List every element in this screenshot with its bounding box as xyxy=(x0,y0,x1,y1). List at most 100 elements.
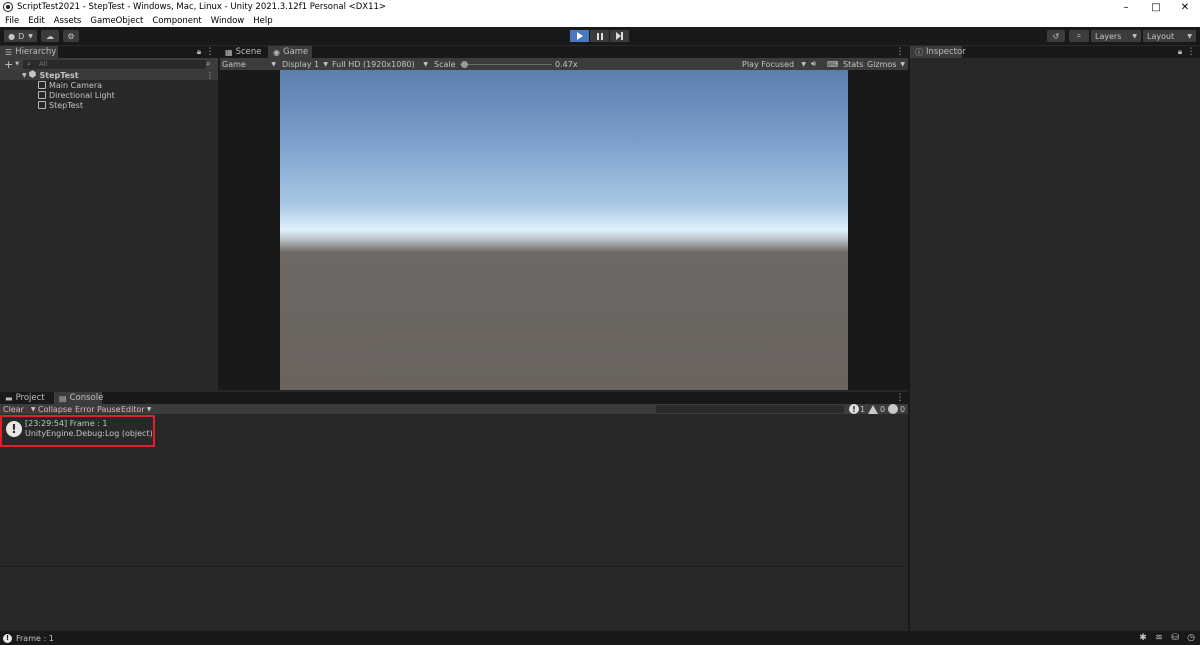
collab-settings-button[interactable]: ⚙ xyxy=(63,30,79,42)
menu-component[interactable]: Component xyxy=(152,16,201,26)
account-dropdown[interactable]: ● D ▼ xyxy=(4,30,37,42)
info-icon: ! xyxy=(3,633,12,643)
menu-gameobject[interactable]: GameObject xyxy=(90,16,143,26)
more-menu-icon[interactable]: ⋮ xyxy=(206,46,215,58)
list-item[interactable]: StepTest xyxy=(38,100,83,110)
display-label: Display 1 xyxy=(282,59,320,69)
lock-icon[interactable]: 🔒︎ xyxy=(1176,46,1184,58)
error-pause-toggle[interactable]: Error Pause xyxy=(75,404,121,414)
console-detail-divider[interactable] xyxy=(0,566,908,567)
editor-dropdown[interactable]: Editor ▼ xyxy=(121,404,151,414)
stats-button[interactable]: Stats xyxy=(843,58,863,70)
layers-label: Layers xyxy=(1095,31,1122,41)
progress-icon[interactable]: ◷ xyxy=(1185,631,1197,645)
game-toolbar: Game ▼ Display 1 ▼ Full HD (1920x1080) ▼… xyxy=(220,58,908,70)
menu-assets[interactable]: Assets xyxy=(54,16,82,26)
chevron-down-icon: ▼ xyxy=(146,405,152,413)
folder-icon: ▬ xyxy=(5,393,13,403)
game-panel: ▦ Scene ◉ Game ⋮ Game ▼ Display 1 ▼ Full… xyxy=(220,46,908,390)
step-icon xyxy=(616,32,623,40)
close-button[interactable]: ✕ xyxy=(1170,0,1200,14)
main-toolbar: ● D ▼ ☁ ⚙ ↺ ⌕ Layers ▼ Layout ▼ xyxy=(0,27,1200,45)
expand-arrow-icon[interactable]: ▼ xyxy=(22,72,27,79)
warning-count-toggle[interactable]: 0 xyxy=(868,404,885,414)
tab-game[interactable]: ◉ Game xyxy=(268,46,312,58)
clear-dropdown[interactable]: Clear ▼ xyxy=(3,404,36,414)
resolution-dropdown[interactable]: Full HD (1920x1080) ▼ xyxy=(332,58,428,70)
scale-slider-handle[interactable] xyxy=(461,61,469,68)
tab-project[interactable]: ▬ Project xyxy=(0,392,52,404)
console-search-input[interactable] xyxy=(656,405,844,413)
layout-dropdown[interactable]: Layout ▼ xyxy=(1143,30,1196,42)
info-count-toggle[interactable]: ! 1 xyxy=(849,404,865,414)
gameobject-icon xyxy=(38,81,46,89)
status-message[interactable]: Frame : 1 xyxy=(16,634,54,643)
more-menu-icon[interactable]: ⋮ xyxy=(896,46,905,58)
play-mode-dropdown[interactable]: Play Focused ▼ xyxy=(742,58,806,70)
tab-console-label: Console xyxy=(69,393,104,403)
menu-help[interactable]: Help xyxy=(253,16,272,26)
chevron-down-icon: ▼ xyxy=(28,32,33,40)
undo-history-button[interactable]: ↺ xyxy=(1047,30,1065,42)
more-menu-icon[interactable]: ⋮ xyxy=(896,392,905,404)
display-dropdown[interactable]: Display 1 ▼ xyxy=(282,58,328,70)
chevron-down-icon: ▼ xyxy=(423,60,428,68)
tab-console[interactable]: ▤ Console xyxy=(54,392,104,404)
mute-audio-button[interactable]: 🔊︎ xyxy=(811,58,816,70)
tab-scene-label: Scene xyxy=(235,47,262,57)
menu-window[interactable]: Window xyxy=(211,16,245,26)
tab-scene[interactable]: ▦ Scene xyxy=(220,46,266,58)
hierarchy-search-input[interactable]: All xyxy=(23,60,206,69)
chevron-down-icon: ▼ xyxy=(900,60,905,68)
play-button[interactable] xyxy=(570,30,589,42)
layers-stack-icon[interactable]: ≋ xyxy=(1153,631,1165,645)
list-item[interactable]: Directional Light xyxy=(38,90,115,100)
list-item[interactable]: Main Camera xyxy=(38,80,102,90)
log-entry[interactable]: ! [23:29:54] Frame : 1 UnityEngine.Debug… xyxy=(0,418,908,440)
search-filter-icon[interactable]: ⌕ xyxy=(206,58,210,70)
search-icon: ⌕ xyxy=(1076,31,1082,40)
grid-icon: ▦ xyxy=(225,47,233,57)
game-mode-dropdown[interactable]: Game ▼ xyxy=(222,58,276,70)
shortcuts-button[interactable]: ⌨ xyxy=(827,58,839,70)
add-object-button[interactable]: + ▼ xyxy=(4,57,19,71)
pause-button[interactable] xyxy=(590,30,609,42)
game-viewport[interactable] xyxy=(220,70,908,390)
menu-edit[interactable]: Edit xyxy=(28,16,44,26)
minimize-button[interactable]: – xyxy=(1111,0,1141,14)
search-button[interactable]: ⌕ xyxy=(1069,30,1089,42)
play-mode-label: Play Focused xyxy=(742,59,795,69)
maximize-button[interactable]: □ xyxy=(1141,0,1171,14)
more-menu-icon[interactable]: ⋮ xyxy=(206,71,214,80)
gizmos-label: Gizmos xyxy=(867,59,897,69)
step-button[interactable] xyxy=(610,30,629,42)
lock-icon[interactable]: 🔒︎ xyxy=(195,46,203,58)
gizmos-dropdown[interactable]: Gizmos ▼ xyxy=(867,58,905,70)
item-label: StepTest xyxy=(49,100,83,110)
tab-inspector[interactable]: ⓘ Inspector xyxy=(910,46,966,58)
more-menu-icon[interactable]: ⋮ xyxy=(1187,46,1196,58)
play-icon xyxy=(576,32,583,40)
search-icon: ⌕ xyxy=(27,60,31,68)
layers-dropdown[interactable]: Layers ▼ xyxy=(1091,30,1141,42)
game-tabstrip: ▦ Scene ◉ Game ⋮ xyxy=(220,46,908,58)
scale-slider-track[interactable] xyxy=(460,64,552,65)
info-icon: ⓘ xyxy=(915,47,923,57)
cloud-button[interactable]: ☁ xyxy=(41,30,59,42)
plus-icon: + xyxy=(4,57,14,71)
scene-name: StepTest xyxy=(39,70,79,80)
console-toolbar: Clear ▼ Collapse Error Pause Editor ▼ ⌕ … xyxy=(0,404,908,414)
tab-hierarchy[interactable]: ☰ Hierarchy xyxy=(0,46,58,58)
collapse-toggle[interactable]: Collapse xyxy=(38,404,72,414)
cache-icon[interactable]: ⛁ xyxy=(1169,631,1181,645)
bug-icon[interactable]: ✱ xyxy=(1137,631,1149,645)
error-count-toggle[interactable]: 0 xyxy=(888,404,905,414)
scene-icon: ⬢ xyxy=(28,70,37,80)
scene-row[interactable]: ▼ ⬢ StepTest ⋮ xyxy=(0,70,218,80)
menu-file[interactable]: File xyxy=(5,16,19,26)
game-mode-label: Game xyxy=(222,59,246,69)
log-entry-line1: [23:29:54] Frame : 1 xyxy=(25,419,108,428)
game-render-output[interactable] xyxy=(280,70,848,390)
inspector-tabstrip: ⓘ Inspector 🔒︎ ⋮ xyxy=(910,46,1200,58)
info-icon: ! xyxy=(6,421,22,437)
